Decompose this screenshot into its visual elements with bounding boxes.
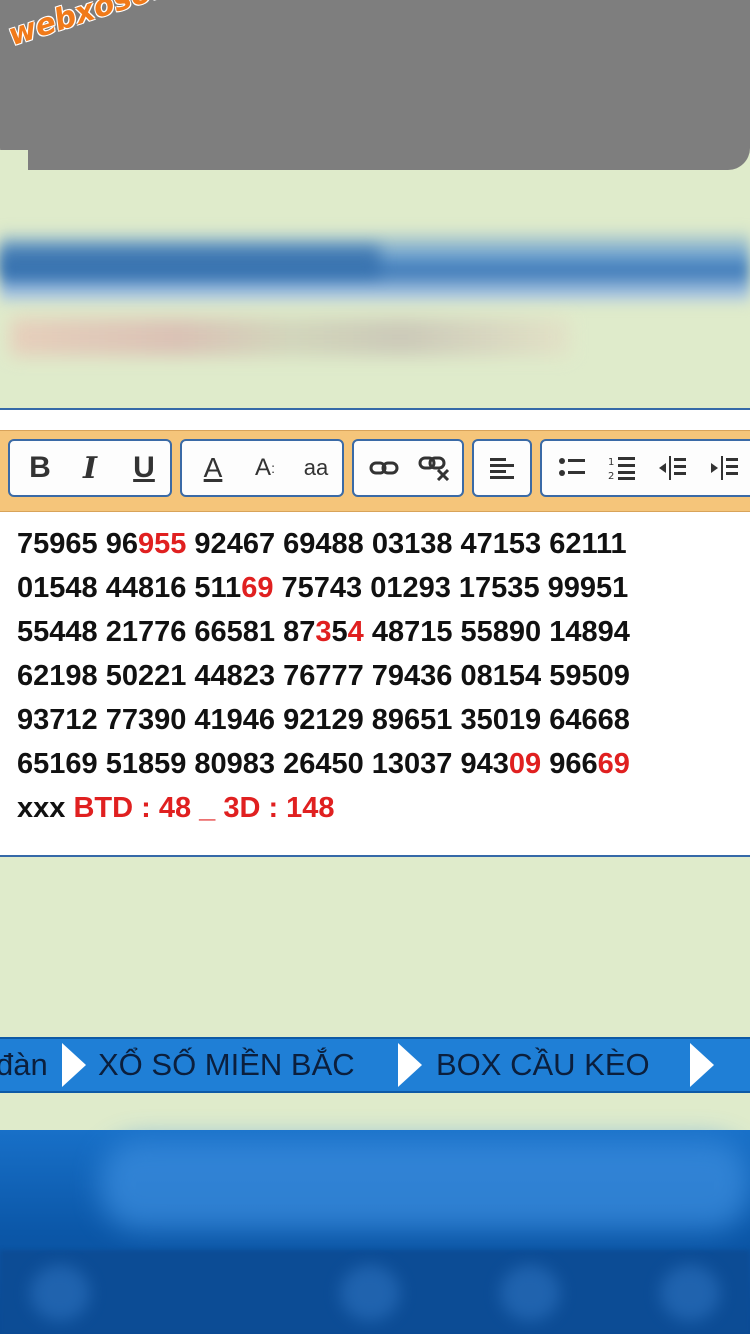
category-nav: đàn XỔ SỐ MIỀN BẮC BOX CẦU KÈO (0, 1037, 750, 1093)
highlighted-text: 9 (257, 572, 274, 604)
nav-arrow-icon (398, 1043, 422, 1087)
font-group: A A: aa (180, 439, 344, 497)
plain-text: 48715 55890 14894 (363, 616, 630, 648)
nav-arrow-icon (62, 1043, 86, 1087)
indent-icon[interactable] (702, 441, 746, 495)
plain-text: 62198 50221 44823 76777 79436 08154 5950… (17, 660, 630, 692)
editor-line: xxx BTD : 48 _ 3D : 148 (17, 786, 630, 830)
editor-line: 62198 50221 44823 76777 79436 08154 5950… (17, 654, 630, 698)
editor-toolbar: B I U A A: aa 1 2 (0, 430, 750, 512)
nav-item-partial[interactable]: đàn (0, 1039, 48, 1091)
underline-button[interactable]: U (124, 441, 164, 495)
highlighted-text: 3 (315, 616, 332, 648)
highlighted-text: 69 (597, 748, 630, 780)
highlighted-text: 5 (170, 528, 187, 560)
editor-content[interactable]: 75965 96955 92467 69488 03138 47153 6211… (17, 522, 630, 830)
svg-text:1: 1 (608, 457, 614, 468)
italic-button[interactable]: I (70, 441, 110, 495)
blurred-subtitle (10, 318, 570, 356)
editor-line: 01548 44816 51169 75743 01293 17535 9995… (17, 566, 630, 610)
nav-item-xo-so-mien-bac[interactable]: XỔ SỐ MIỀN BẮC (98, 1039, 355, 1091)
bullet-list-icon[interactable] (550, 441, 594, 495)
plain-text: 55448 21776 66581 87 (17, 616, 316, 648)
highlighted-text: 95 (137, 528, 171, 560)
link-group (352, 439, 464, 497)
plain-text: 966 (541, 748, 598, 780)
list-group: 12 (540, 439, 750, 497)
font-case-button[interactable]: aa (292, 441, 340, 495)
format-group: B I U (8, 439, 172, 497)
editor-line: 93712 77390 41946 92129 89651 35019 6466… (17, 698, 630, 742)
highlighted-text: BTD : 48 _ 3D : 148 (73, 792, 335, 824)
editor-line: 55448 21776 66581 87354 48715 55890 1489… (17, 610, 630, 654)
editor-line: 75965 96955 92467 69488 03138 47153 6211… (17, 522, 630, 566)
font-color-button[interactable]: A (188, 441, 238, 495)
outdent-icon[interactable] (650, 441, 694, 495)
nav-item-box-cau-keo[interactable]: BOX CẦU KÈO (436, 1039, 650, 1091)
post-editor[interactable]: B I U A A: aa 1 2 75965 96955 92467 6948… (0, 408, 750, 857)
highlighted-text: 4 (347, 616, 364, 648)
align-left-icon[interactable] (480, 441, 524, 495)
svg-text:2: 2 (608, 471, 614, 481)
unlink-icon[interactable] (412, 441, 456, 495)
nav-arrow-icon (690, 1043, 714, 1087)
plain-text: 75965 96 (17, 528, 138, 560)
highlighted-text: 09 (508, 748, 542, 780)
plain-text: 01548 44816 511 (17, 572, 242, 604)
link-icon[interactable] (362, 441, 406, 495)
align-group (472, 439, 532, 497)
top-header-area (0, 0, 750, 170)
plain-text: 93712 77390 41946 92129 89651 35019 6466… (17, 704, 630, 736)
numbered-list-icon[interactable]: 12 (600, 441, 644, 495)
plain-text: xxx (17, 792, 74, 824)
editor-line: 65169 51859 80983 26450 13037 94309 9666… (17, 742, 630, 786)
plain-text: 5 (331, 616, 348, 648)
plain-text: 75743 01293 17535 99951 (273, 572, 629, 604)
font-size-button[interactable]: A: (242, 441, 288, 495)
highlighted-text: 6 (241, 572, 258, 604)
plain-text: 92467 69488 03138 47153 62111 (186, 528, 627, 560)
plain-text: 65169 51859 80983 26450 13037 943 (17, 748, 509, 780)
bold-button[interactable]: B (20, 441, 60, 495)
